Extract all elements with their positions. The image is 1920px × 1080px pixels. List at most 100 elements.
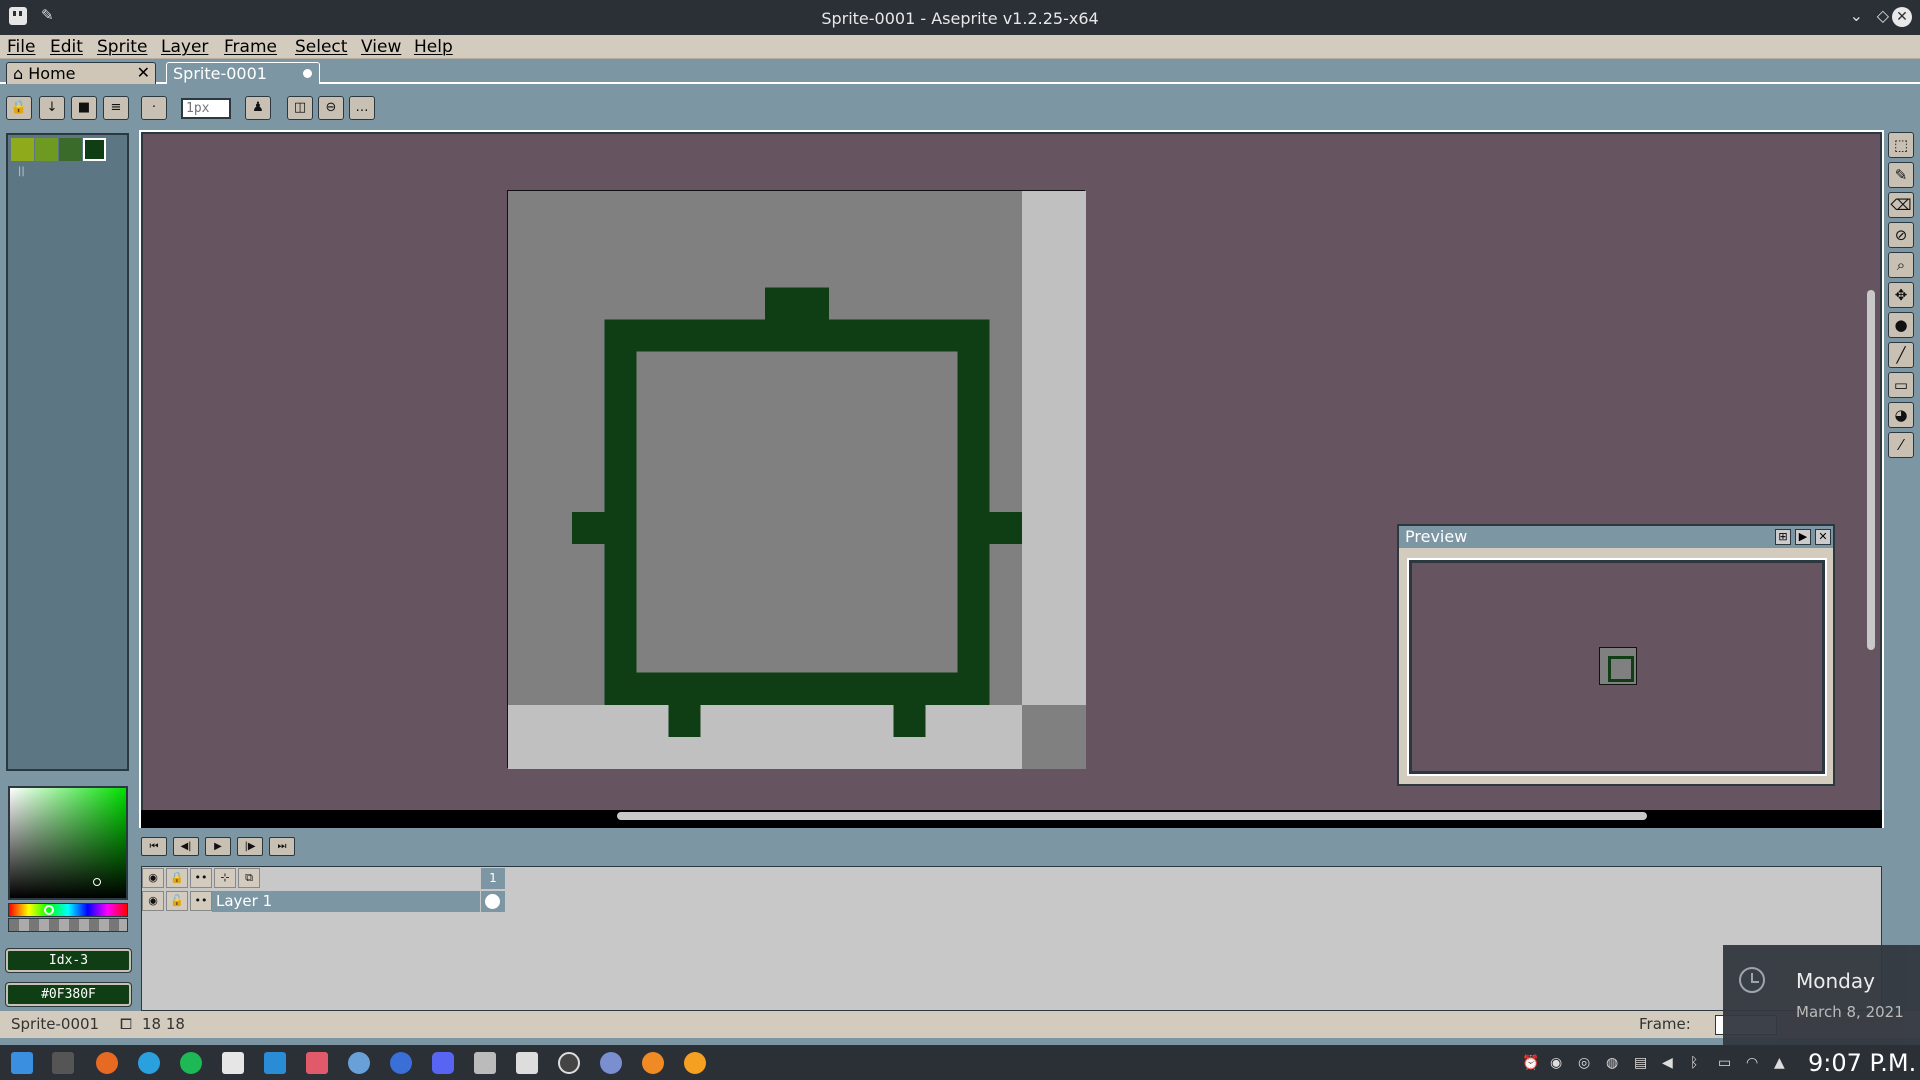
layer-settings-icon[interactable]: ⊹ xyxy=(214,868,236,888)
arrow-down-icon[interactable]: ↓ xyxy=(39,96,65,120)
preview-play-icon[interactable]: ▶ xyxy=(1795,529,1811,545)
rectangle-tool-icon[interactable]: ▭ xyxy=(1888,372,1914,398)
zoom-tool-icon[interactable]: ⌕ xyxy=(1888,252,1914,278)
brush-type-icon[interactable]: · xyxy=(141,96,167,120)
brush-size-input[interactable] xyxy=(181,98,231,119)
menu-sprite[interactable]: Sprite xyxy=(97,37,147,57)
menu-help[interactable]: Help xyxy=(414,37,453,57)
menu-frame[interactable]: Frame xyxy=(224,37,277,57)
file-manager-icon[interactable] xyxy=(11,1052,33,1074)
more-options-icon[interactable]: … xyxy=(349,96,375,120)
timeline[interactable]: ◉ 🔒 •• ⊹ ⧉ 1 ◉ 🔓 •• Layer 1 xyxy=(141,866,1882,1011)
preview-center-icon[interactable]: ⊞ xyxy=(1775,529,1791,545)
visibility-header-icon[interactable]: ◉ xyxy=(142,868,164,888)
vscode-icon[interactable] xyxy=(264,1052,286,1074)
maximize-icon[interactable]: ◇ xyxy=(1877,6,1889,25)
horizontal-scrollbar[interactable] xyxy=(617,812,1647,820)
discord-tray-icon[interactable]: ◉ xyxy=(1550,1056,1564,1070)
volume-tray-icon[interactable]: ◀ xyxy=(1662,1056,1676,1070)
hamburger-icon[interactable]: ≡ xyxy=(103,96,129,120)
godot-icon[interactable] xyxy=(348,1052,370,1074)
palette-swatch-0[interactable] xyxy=(11,138,34,161)
taskbar-clock[interactable]: 9:07 P.M. xyxy=(1808,1049,1916,1077)
notes-app-icon[interactable] xyxy=(516,1052,538,1074)
firefox-icon[interactable] xyxy=(96,1052,118,1074)
tab-home[interactable]: ⌂ Home ✕ xyxy=(6,62,156,84)
menu-file[interactable]: File xyxy=(7,37,35,57)
lock-icon[interactable]: 🔒 xyxy=(6,96,32,120)
marquee-tool-icon[interactable]: ⬚ xyxy=(1888,132,1914,158)
clipboard-tray-icon[interactable]: ▤ xyxy=(1634,1056,1648,1070)
color-spectrum[interactable] xyxy=(8,786,128,900)
eyedropper-tool-icon[interactable]: ⊘ xyxy=(1888,222,1914,248)
calendar-app-icon[interactable] xyxy=(474,1052,496,1074)
palette-swatch-3[interactable] xyxy=(83,138,106,161)
spectrum-cursor[interactable] xyxy=(93,878,101,886)
wifi-tray-icon[interactable]: ◠ xyxy=(1746,1056,1760,1070)
preview-window[interactable]: Preview ⊞ ▶ ✕ xyxy=(1397,524,1835,786)
palette-swatch-2[interactable] xyxy=(59,138,82,161)
vpn-tray-icon[interactable]: ◍ xyxy=(1606,1056,1620,1070)
bucket-tool-icon[interactable]: ● xyxy=(1888,312,1914,338)
blur-tool-icon[interactable]: ⁄ xyxy=(1888,432,1914,458)
unsaved-dot-icon[interactable] xyxy=(303,69,312,78)
minimize-icon[interactable]: ⌄ xyxy=(1850,6,1863,25)
line-tool-icon[interactable]: ╱ xyxy=(1888,342,1914,368)
steam-tray-icon[interactable]: ◎ xyxy=(1578,1056,1592,1070)
close-tab-icon[interactable]: ✕ xyxy=(137,63,150,82)
color-index-button[interactable]: Idx-3 xyxy=(5,948,132,973)
hue-cursor[interactable] xyxy=(44,905,54,915)
color-hex-button[interactable]: #0F380F xyxy=(5,982,132,1007)
lock-header-icon[interactable]: 🔒 xyxy=(166,868,188,888)
menu-view[interactable]: View xyxy=(361,37,401,57)
display-tray-icon[interactable]: ▭ xyxy=(1718,1056,1732,1070)
onion-skin-icon[interactable]: ⧉ xyxy=(238,868,260,888)
palette-swatch-1[interactable] xyxy=(35,138,58,161)
app-icon-15[interactable] xyxy=(600,1052,622,1074)
layer-name[interactable]: Layer 1 xyxy=(212,891,480,912)
spotify-icon[interactable] xyxy=(180,1052,202,1074)
discord-icon[interactable] xyxy=(432,1052,454,1074)
palette-resize-handle[interactable]: || xyxy=(18,166,25,177)
obs-icon[interactable] xyxy=(558,1052,580,1074)
blender-icon[interactable] xyxy=(642,1052,664,1074)
terminal-icon[interactable] xyxy=(52,1052,74,1074)
menu-layer[interactable]: Layer xyxy=(161,37,208,57)
eraser-tool-icon[interactable]: ⌫ xyxy=(1888,192,1914,218)
last-frame-icon[interactable]: ⏭ xyxy=(269,837,295,856)
menu-select[interactable]: Select xyxy=(295,37,347,57)
pencil-tool-icon[interactable]: ✎ xyxy=(1888,162,1914,188)
previous-frame-icon[interactable]: ◀| xyxy=(173,837,199,856)
frame-header[interactable]: 1 xyxy=(481,868,505,889)
play-icon[interactable]: ▶ xyxy=(205,837,231,856)
contour-tool-icon[interactable]: ◕ xyxy=(1888,402,1914,428)
first-frame-icon[interactable]: ⏮ xyxy=(141,837,167,856)
cel-frame-1[interactable] xyxy=(481,891,505,912)
continuous-header-icon[interactable]: •• xyxy=(190,868,212,888)
stop-square-icon[interactable]: ■ xyxy=(71,96,97,120)
bluetooth-tray-icon[interactable]: ᛒ xyxy=(1690,1056,1704,1070)
vertical-scrollbar[interactable] xyxy=(1867,290,1875,650)
aseprite-taskbar-icon[interactable] xyxy=(222,1052,244,1074)
hue-slider[interactable] xyxy=(8,903,128,917)
ink-icon[interactable]: ♟ xyxy=(245,96,271,120)
layer-continuous-icon[interactable]: •• xyxy=(190,891,212,911)
layer-visibility-icon[interactable]: ◉ xyxy=(142,891,164,911)
sprite-canvas[interactable] xyxy=(507,190,1086,769)
alarm-tray-icon[interactable]: ⏰ xyxy=(1522,1056,1539,1070)
close-window-button[interactable]: ✕ xyxy=(1892,7,1912,27)
symmetry-icon[interactable]: ⊖ xyxy=(318,96,344,120)
menu-edit[interactable]: Edit xyxy=(50,37,83,57)
app-icon-8[interactable] xyxy=(306,1052,328,1074)
layer-lock-icon[interactable]: 🔓 xyxy=(166,891,188,911)
alpha-slider[interactable] xyxy=(8,918,128,932)
next-frame-icon[interactable]: |▶ xyxy=(237,837,263,856)
app-icon-17[interactable] xyxy=(684,1052,706,1074)
headphones-icon[interactable] xyxy=(390,1052,412,1074)
tray-expand-icon[interactable]: ▲ xyxy=(1774,1056,1788,1070)
pixel-perfect-icon[interactable]: ◫ xyxy=(287,96,313,120)
preview-close-icon[interactable]: ✕ xyxy=(1815,529,1831,545)
tab-sprite[interactable]: Sprite-0001 xyxy=(166,62,320,84)
move-tool-icon[interactable]: ✥ xyxy=(1888,282,1914,308)
telegram-icon[interactable] xyxy=(138,1052,160,1074)
